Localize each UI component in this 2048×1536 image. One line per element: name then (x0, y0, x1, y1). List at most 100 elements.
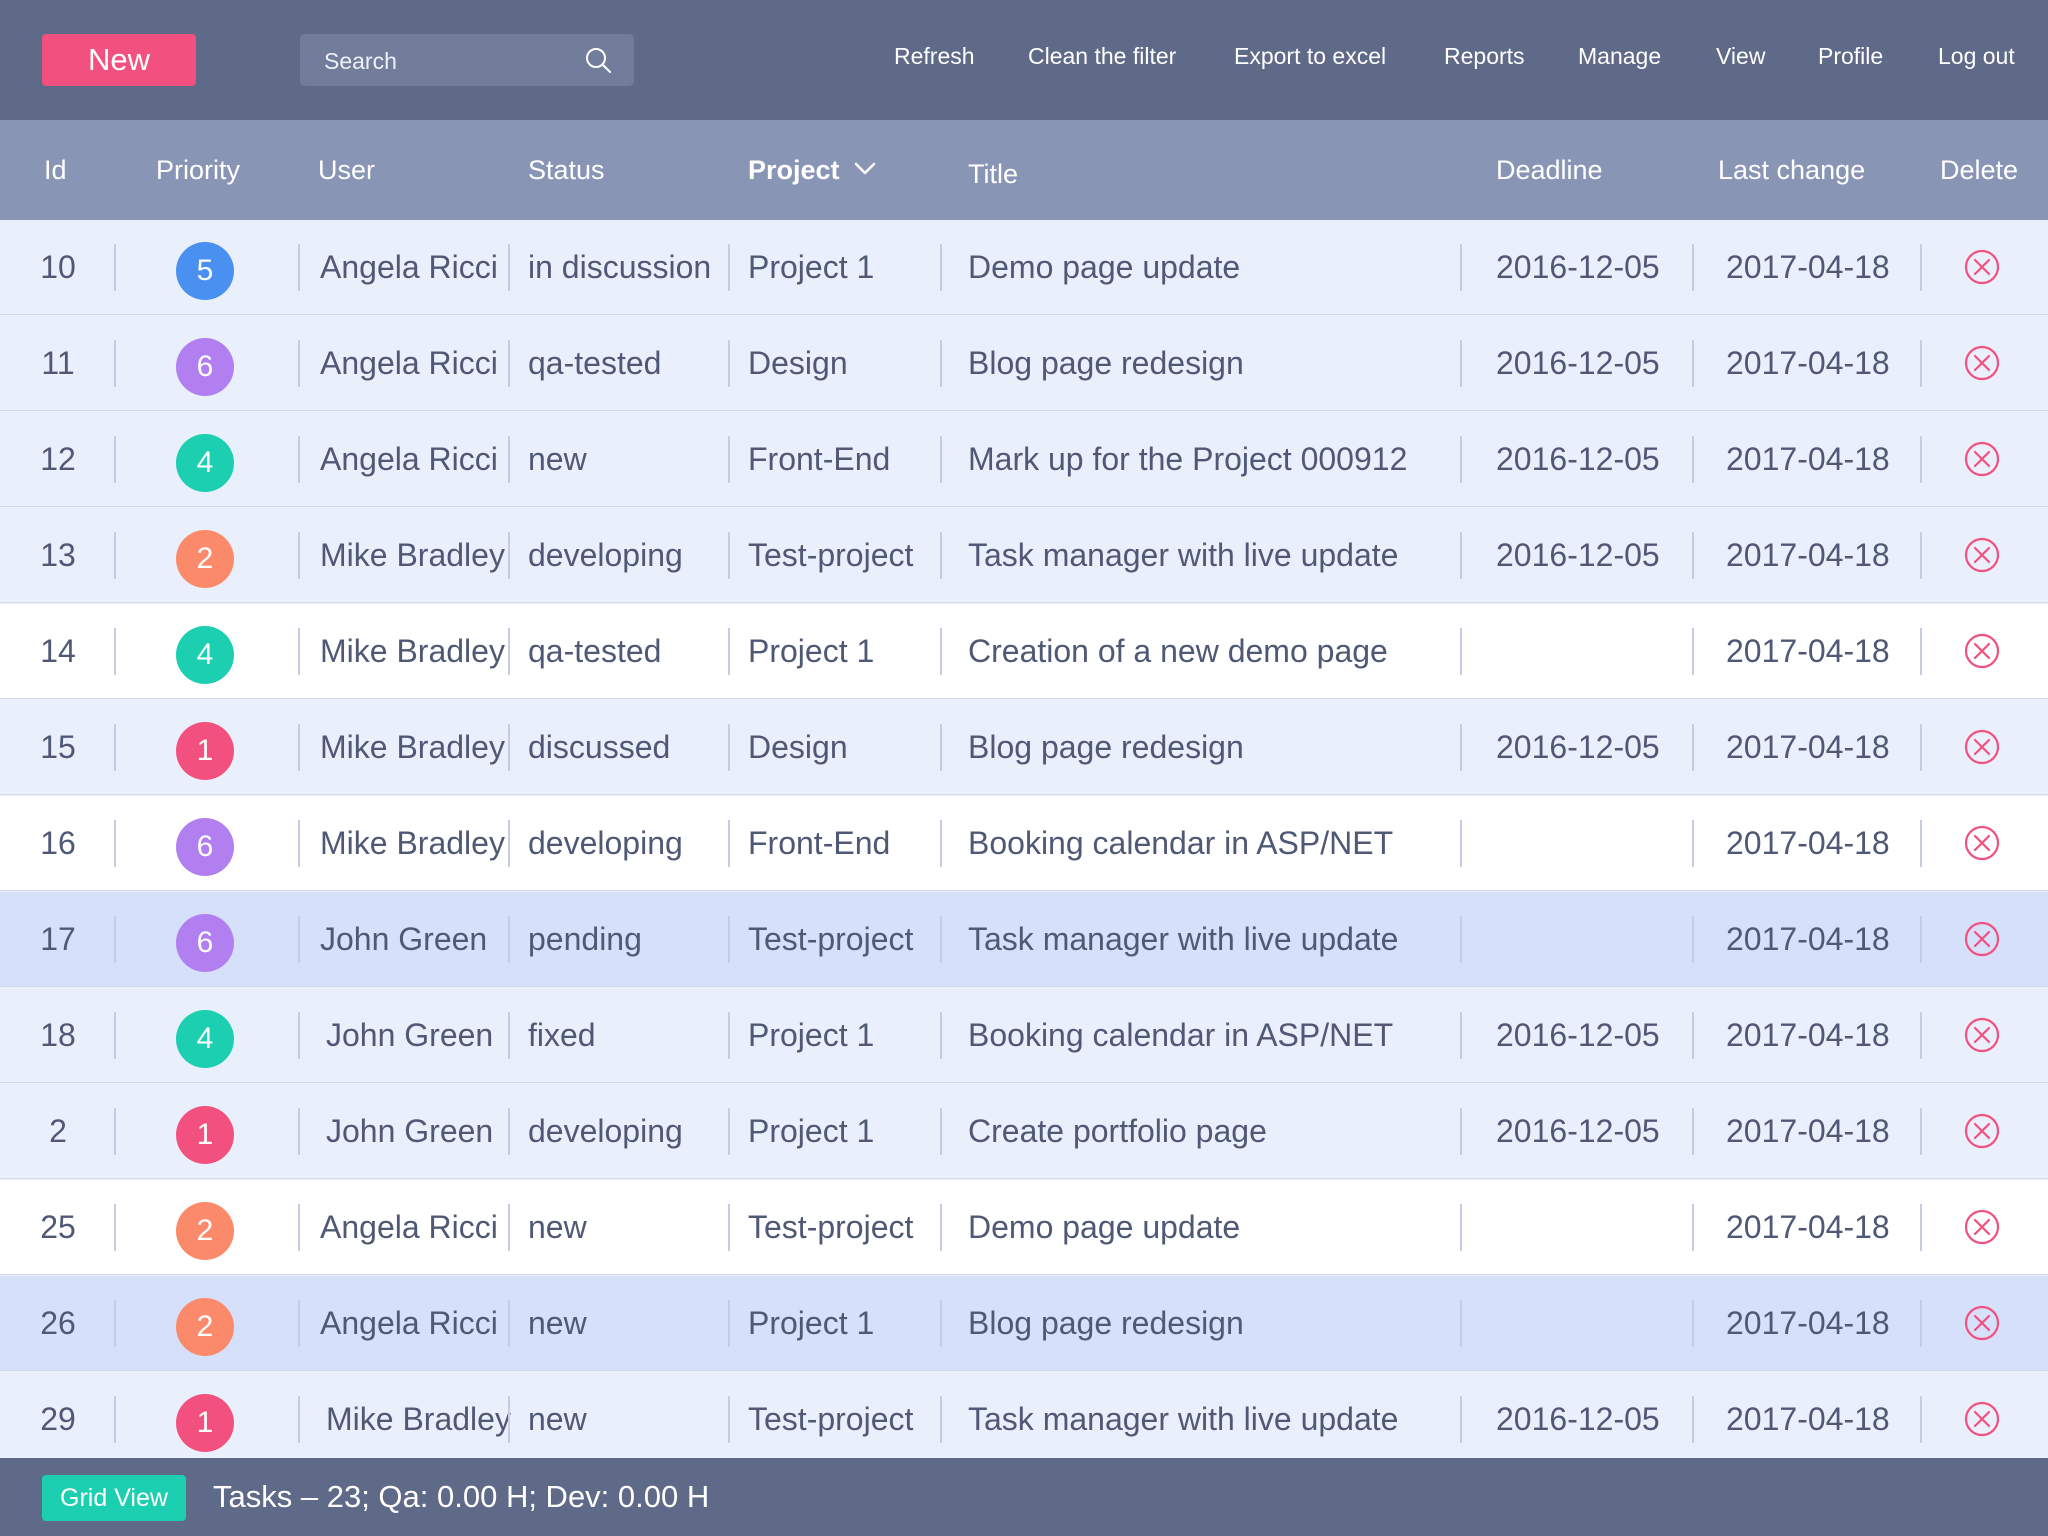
cell-status: developing (528, 825, 683, 861)
cell-user: Mike Bradley (320, 825, 505, 861)
cell-id: 18 (40, 1017, 76, 1053)
column-separator (1460, 1300, 1462, 1347)
column-separator (1920, 1204, 1922, 1251)
column-separator (508, 916, 510, 963)
column-header-project[interactable]: Project (748, 120, 840, 220)
delete-icon[interactable] (1963, 632, 2001, 670)
table-row[interactable]: 16 6 Mike Bradley developing Front-End Bookin… (0, 796, 2048, 891)
column-separator (728, 340, 730, 387)
chevron-down-icon[interactable] (854, 162, 876, 176)
column-separator (940, 1012, 942, 1059)
column-separator (114, 436, 116, 483)
cell-title: Task manager with live update (968, 1401, 1399, 1437)
cell-user: Angela Ricci (320, 249, 498, 285)
cell-status: discussed (528, 729, 671, 765)
column-header-id[interactable]: Id (44, 120, 67, 220)
delete-icon[interactable] (1963, 1208, 2001, 1246)
profile-link[interactable]: Profile (1818, 43, 1883, 70)
column-separator (298, 1396, 300, 1443)
column-separator (1920, 340, 1922, 387)
cell-title: Task manager with live update (968, 921, 1399, 957)
cell-status: qa-tested (528, 345, 662, 381)
table-row[interactable]: 11 6 Angela Ricci qa-tested Design Blog page … (0, 316, 2048, 411)
column-separator (1920, 724, 1922, 771)
column-separator (728, 820, 730, 867)
manage-link[interactable]: Manage (1578, 43, 1661, 70)
priority-badge: 4 (176, 626, 234, 684)
cell-id: 26 (40, 1305, 76, 1341)
table-header: Id Priority User Status Project Title De… (0, 120, 2048, 220)
column-separator (114, 1012, 116, 1059)
cell-last-change: 2017-04-18 (1726, 1017, 1890, 1053)
refresh-link[interactable]: Refresh (894, 43, 975, 70)
cell-id: 10 (40, 249, 76, 285)
delete-icon[interactable] (1963, 728, 2001, 766)
priority-badge: 6 (176, 818, 234, 876)
table-row[interactable]: 13 2 Mike Bradley developing Test-project Tas… (0, 508, 2048, 603)
table-row[interactable]: 29 1 Mike Bradley new Test-project Task manag… (0, 1372, 2048, 1467)
table-row[interactable]: 12 4 Angela Ricci new Front-End Mark up for t… (0, 412, 2048, 507)
search-input[interactable] (322, 42, 576, 80)
new-button[interactable]: New (42, 34, 196, 86)
column-separator (728, 436, 730, 483)
delete-icon[interactable] (1963, 1304, 2001, 1342)
grid-view-button[interactable]: Grid View (42, 1475, 186, 1521)
column-separator (1460, 916, 1462, 963)
delete-icon[interactable] (1963, 1112, 2001, 1150)
export-excel-link[interactable]: Export to excel (1234, 43, 1386, 70)
cell-project: Test-project (748, 537, 914, 573)
column-separator (728, 628, 730, 675)
reports-link[interactable]: Reports (1444, 43, 1525, 70)
clean-filter-link[interactable]: Clean the filter (1028, 43, 1176, 70)
column-separator (114, 244, 116, 291)
cell-id: 13 (40, 537, 76, 573)
column-separator (1692, 916, 1694, 963)
delete-icon[interactable] (1963, 1400, 2001, 1438)
priority-badge: 1 (176, 1394, 234, 1452)
column-separator (1920, 1300, 1922, 1347)
column-separator (1460, 436, 1462, 483)
cell-deadline: 2016-12-05 (1496, 249, 1660, 285)
table-row[interactable]: 10 5 Angela Ricci in discussion Project 1 Dem… (0, 220, 2048, 315)
column-header-status[interactable]: Status (528, 120, 605, 220)
table-row[interactable]: 26 2 Angela Ricci new Project 1 Blog page red… (0, 1276, 2048, 1371)
table-row[interactable]: 25 2 Angela Ricci new Test-project Demo page … (0, 1180, 2048, 1275)
cell-status: qa-tested (528, 633, 662, 669)
column-separator (728, 532, 730, 579)
column-separator (1460, 1204, 1462, 1251)
column-header-deadline[interactable]: Deadline (1496, 120, 1603, 220)
column-separator (1920, 628, 1922, 675)
cell-id: 11 (41, 345, 75, 381)
cell-title: Demo page update (968, 249, 1241, 285)
column-header-user[interactable]: User (318, 120, 375, 220)
delete-icon[interactable] (1963, 1016, 2001, 1054)
view-link[interactable]: View (1716, 43, 1765, 70)
search-box[interactable] (300, 34, 634, 86)
table-row[interactable]: 17 6 John Green pending Test-project Task man… (0, 892, 2048, 987)
delete-icon[interactable] (1963, 920, 2001, 958)
cell-title: Demo page update (968, 1209, 1241, 1245)
delete-icon[interactable] (1963, 248, 2001, 286)
column-header-title[interactable]: Title (968, 124, 1018, 224)
column-separator (940, 244, 942, 291)
column-separator (508, 1012, 510, 1059)
cell-status: in discussion (528, 249, 712, 285)
column-separator (1692, 244, 1694, 291)
column-separator (940, 340, 942, 387)
search-icon[interactable] (585, 47, 612, 74)
delete-icon[interactable] (1963, 344, 2001, 382)
logout-link[interactable]: Log out (1938, 43, 2015, 70)
cell-status: new (528, 1401, 587, 1437)
table-row[interactable]: 15 1 Mike Bradley discussed Design Blog page … (0, 700, 2048, 795)
column-header-last-change[interactable]: Last change (1718, 120, 1865, 220)
table-row[interactable]: 14 4 Mike Bradley qa-tested Project 1 Creatio… (0, 604, 2048, 699)
column-header-priority[interactable]: Priority (156, 120, 240, 220)
cell-user: Angela Ricci (320, 441, 498, 477)
cell-project: Project 1 (748, 633, 875, 669)
table-row[interactable]: 18 4 John Green fixed Project 1 Booking calen… (0, 988, 2048, 1083)
delete-icon[interactable] (1963, 536, 2001, 574)
delete-icon[interactable] (1963, 440, 2001, 478)
table-row[interactable]: 2 1 John Green developing Project 1 Create po… (0, 1084, 2048, 1179)
column-separator (298, 724, 300, 771)
delete-icon[interactable] (1963, 824, 2001, 862)
